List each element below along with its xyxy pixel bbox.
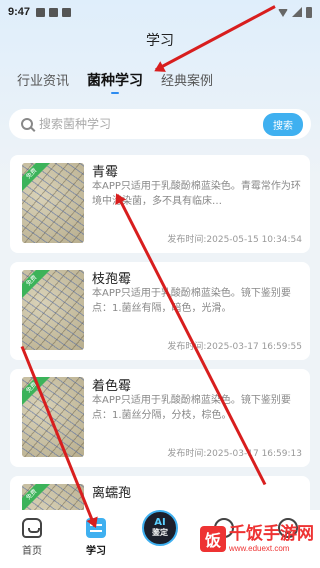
status-time: 9:47 bbox=[8, 6, 31, 18]
list-item[interactable]: 免费 青霉 本APP只适用于乳酸酚棉蓝染色。青霉常作为环境中污染菌，多不具有临床… bbox=[10, 155, 310, 253]
specimen-image: 免费 bbox=[22, 377, 84, 457]
tab-label: 菌种学习 bbox=[87, 73, 144, 89]
card-title: 青霉 bbox=[92, 165, 119, 180]
card-description: 本APP只适用于乳酸酚棉蓝染色。镜下鉴别要点：1.菌丝分隔，分枝，棕色。 bbox=[92, 395, 291, 421]
tab-bar: 行业资讯 菌种学习 经典案例 bbox=[17, 70, 213, 94]
home-icon bbox=[22, 518, 42, 538]
search-button[interactable]: 搜索 bbox=[263, 112, 303, 136]
ai-subtext: 鉴定 bbox=[152, 528, 168, 537]
watermark-url: www.eduext.com bbox=[229, 544, 290, 553]
watermark-logo: 饭 bbox=[200, 525, 226, 552]
list-item[interactable]: 免费 着色霉 本APP只适用于乳酸酚棉蓝染色。镜下鉴别要点：1.菌丝分隔，分枝，… bbox=[10, 369, 310, 467]
search-icon bbox=[21, 118, 33, 130]
search-bar: 搜索 bbox=[9, 109, 311, 139]
card-date: 发布时间:2025-03-17 16:59:13 bbox=[167, 449, 302, 459]
tab-underline bbox=[111, 92, 120, 94]
card-title: 枝孢霉 bbox=[92, 272, 132, 287]
battery-icon bbox=[306, 6, 312, 18]
notification-icon bbox=[49, 7, 59, 17]
specimen-image: 免费 bbox=[22, 270, 84, 350]
ai-text: AI bbox=[154, 517, 166, 528]
tab-label: 经典案例 bbox=[161, 74, 214, 89]
ai-identify-icon: AI 鉴定 bbox=[142, 510, 178, 546]
card-date: 发布时间:2025-03-17 16:59:55 bbox=[167, 342, 302, 352]
status-bar: 9:47 bbox=[0, 0, 320, 24]
card-description: 本APP只适用于乳酸酚棉蓝染色。镜下鉴别要点：1.菌丝有隔，暗色，光滑。 bbox=[92, 288, 291, 314]
card-date: 发布时间:2025-05-15 10:34:54 bbox=[167, 235, 302, 245]
nav-ai-identify[interactable]: AI 鉴定 bbox=[128, 510, 192, 568]
header-background bbox=[0, 0, 320, 180]
watermark-title: 千饭手游网 bbox=[229, 524, 314, 544]
nav-label: 首页 bbox=[22, 546, 42, 557]
nav-home[interactable]: 首页 bbox=[0, 510, 64, 568]
tab-industry-news[interactable]: 行业资讯 bbox=[17, 70, 69, 90]
specimen-image: 免费 bbox=[22, 163, 84, 243]
search-input[interactable] bbox=[39, 117, 263, 131]
wifi-icon bbox=[278, 9, 288, 17]
tab-label: 行业资讯 bbox=[17, 74, 70, 89]
card-title: 离蠕孢 bbox=[92, 486, 132, 501]
notification-icon bbox=[36, 7, 46, 17]
watermark: 饭 千饭手游网 www.eduext.com bbox=[200, 524, 314, 553]
page-title: 学习 bbox=[146, 33, 174, 49]
signal-icon bbox=[292, 7, 302, 17]
tab-classic-cases[interactable]: 经典案例 bbox=[161, 70, 213, 90]
nav-label: 学习 bbox=[86, 546, 106, 557]
card-title: 着色霉 bbox=[92, 379, 132, 394]
tab-strain-study[interactable]: 菌种学习 bbox=[87, 70, 144, 94]
notification-icon bbox=[62, 7, 72, 17]
